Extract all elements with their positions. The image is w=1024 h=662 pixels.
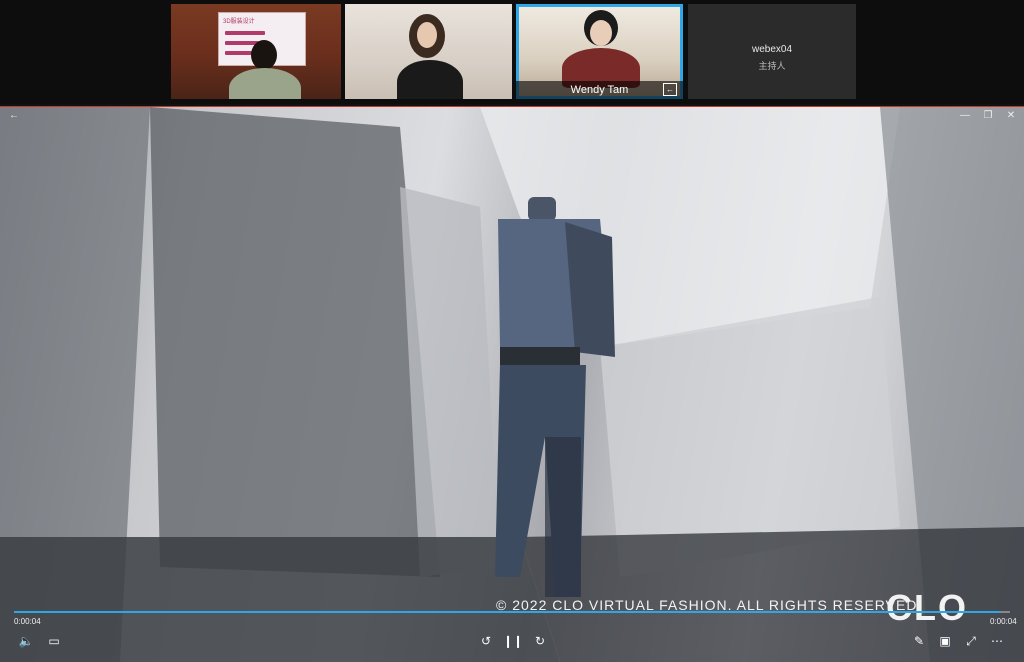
fullscreen-icon[interactable]: ⤢	[961, 633, 981, 649]
pause-icon[interactable]: ❙❙	[503, 633, 523, 649]
participant-body	[229, 68, 301, 99]
rewind-10-icon[interactable]: ↺	[476, 633, 496, 649]
volume-icon[interactable]: 🔈	[16, 633, 36, 649]
shared-video-window[interactable]: ← — ❐ ✕ © 2022 CLO VIRTUAL FASHION. ALL …	[0, 106, 1024, 662]
pip-icon[interactable]: ▣	[935, 633, 955, 649]
share-icon[interactable]: ←	[663, 83, 677, 96]
participant-tile-1[interactable]: 3D服装设计	[171, 4, 341, 99]
board-text-line	[225, 31, 265, 35]
participant-face	[417, 22, 437, 48]
progress-fill	[14, 611, 1001, 613]
board-tag: 3D服装设计	[223, 19, 255, 25]
close-button[interactable]: ✕	[1000, 109, 1022, 123]
progress-bar[interactable]	[14, 611, 1010, 613]
participant-name: Wendy Tam	[516, 81, 683, 99]
video-frame	[0, 107, 1024, 662]
time-total: 0:00:04	[990, 617, 1017, 626]
restore-button[interactable]: ❐	[977, 109, 999, 123]
captions-icon[interactable]: ▭	[44, 633, 64, 649]
participant-tile-2[interactable]	[345, 4, 512, 99]
participant-role: 主持人	[758, 61, 786, 71]
brand-logo: CLO	[886, 587, 968, 628]
minimize-button[interactable]: —	[954, 109, 976, 123]
participant-tile-4[interactable]: webex04 主持人	[688, 4, 856, 99]
participant-name: webex04	[751, 44, 793, 55]
more-icon[interactable]: ⋯	[987, 633, 1007, 649]
time-elapsed: 0:00:04	[14, 617, 41, 626]
participant-tile-3[interactable]: Wendy Tam ←	[516, 4, 683, 99]
participant-strip: 3D服装设计 Wendy Tam ← webex04 主持人	[0, 0, 1024, 104]
participant-head	[251, 40, 277, 70]
participant-body	[397, 60, 463, 99]
participant-face	[590, 20, 612, 46]
forward-30-icon[interactable]: ↻	[530, 633, 550, 649]
pen-icon[interactable]: ✎	[909, 633, 929, 649]
back-button[interactable]: ←	[3, 109, 25, 123]
